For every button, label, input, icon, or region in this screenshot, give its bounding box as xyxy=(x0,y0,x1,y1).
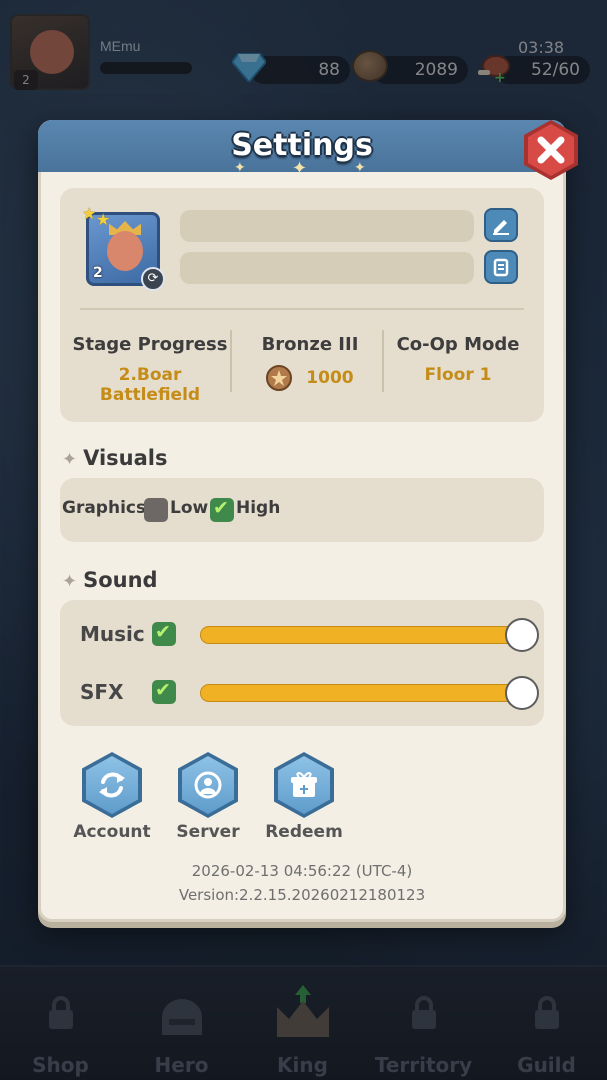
music-label: Music xyxy=(80,622,145,646)
graphics-label: Graphics: xyxy=(62,498,153,518)
server-button[interactable]: Server xyxy=(158,752,258,842)
bronze-badge-icon xyxy=(266,365,293,391)
redeem-button[interactable]: Redeem xyxy=(254,752,354,842)
sound-section-title: ✦ Sound xyxy=(62,568,158,592)
sfx-checkbox[interactable] xyxy=(152,679,176,704)
change-avatar-icon[interactable]: ⟳ xyxy=(141,267,165,291)
redeem-label: Redeem xyxy=(265,822,343,842)
stat-value-row: 1000 xyxy=(230,365,390,391)
music-slider-fill xyxy=(200,626,522,644)
sound-panel: Music SFX xyxy=(60,600,544,726)
server-datetime: 2026-02-13 04:56:22 (UTC-4) xyxy=(191,862,413,880)
sfx-slider-knob[interactable] xyxy=(505,676,539,710)
stat-value: Floor 1 xyxy=(424,365,492,385)
stat-stage-progress: Stage Progress 2.Boar Battlefield xyxy=(70,334,230,405)
sfx-slider-fill xyxy=(200,684,522,702)
pencil-icon xyxy=(493,220,509,235)
decor-star-icon: ✦ xyxy=(354,160,366,176)
stat-label: Stage Progress xyxy=(72,334,228,355)
server-label: Server xyxy=(176,822,240,842)
stat-label: Co-Op Mode xyxy=(396,334,520,355)
profile-panel: 2 ⟳ ★ ★ Stage Progress 2.Boar Battlefiel… xyxy=(60,188,544,422)
copy-id-button[interactable] xyxy=(484,250,518,284)
music-checkbox[interactable] xyxy=(152,621,176,646)
stat-label: Bronze III xyxy=(261,334,359,355)
divider xyxy=(80,308,524,310)
player-id-field xyxy=(180,252,474,284)
version-text: Version:2.2.15.20260212180123 xyxy=(178,886,426,904)
stat-value: 2.Boar Battlefield xyxy=(99,365,201,405)
sfx-label: SFX xyxy=(80,680,124,704)
close-button[interactable] xyxy=(522,118,580,182)
account-button[interactable]: Account xyxy=(62,752,162,842)
copy-icon xyxy=(493,258,509,277)
globe-icon xyxy=(194,771,222,799)
stat-coop-mode: Co-Op Mode Floor 1 xyxy=(378,334,538,385)
decor-star-icon: ✦ xyxy=(234,160,246,176)
sparkle-icon: ✦ xyxy=(62,449,78,470)
graphics-low-checkbox[interactable] xyxy=(144,498,168,522)
account-label: Account xyxy=(73,822,151,842)
graphics-high-checkbox[interactable] xyxy=(210,497,234,522)
stat-value: 1000 xyxy=(306,368,354,388)
player-name-field xyxy=(180,210,474,242)
star-icon: ★ xyxy=(96,210,111,229)
star-icon: ★ xyxy=(82,204,97,223)
music-volume-slider[interactable] xyxy=(200,618,539,652)
sparkle-icon: ✦ xyxy=(62,571,78,592)
visuals-panel: Graphics: Low High xyxy=(60,478,544,542)
refresh-icon xyxy=(99,772,125,798)
music-slider-knob[interactable] xyxy=(505,618,539,652)
visuals-section-title: ✦ Visuals xyxy=(62,446,168,470)
graphics-low-label[interactable]: Low xyxy=(170,498,208,518)
stat-rank: Bronze III 1000 xyxy=(230,334,390,391)
avatar-level: 2 xyxy=(93,265,103,281)
sfx-volume-slider[interactable] xyxy=(200,676,539,710)
edit-name-button[interactable] xyxy=(484,208,518,242)
modal-header: Settings ✦ ✦ ✦ xyxy=(38,120,566,179)
gift-icon xyxy=(291,772,317,797)
decor-star-icon: ✦ xyxy=(292,158,308,179)
graphics-high-label[interactable]: High xyxy=(236,498,280,518)
